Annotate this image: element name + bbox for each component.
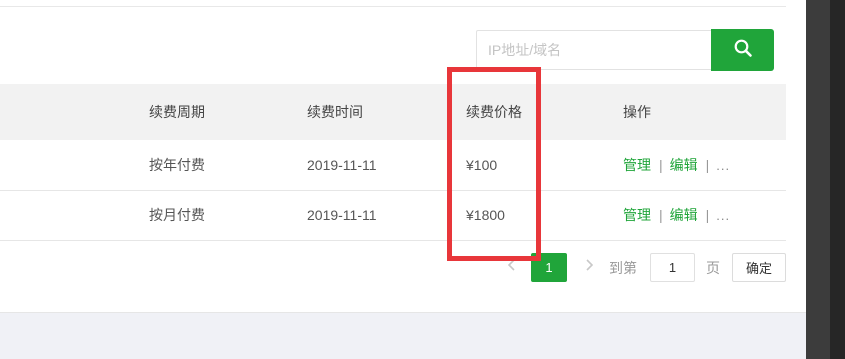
renewal-date: 2019-11-11 [307,207,377,223]
dark-side-panel [806,0,845,359]
column-header-period: 续费周期 [149,104,205,120]
page-label: 页 [706,259,720,276]
table-row: 按年付费 2019-11-11 ¥100 管理 | 编辑 | ... [0,140,786,191]
column-header-time: 续费时间 [307,104,363,120]
action-separator: | [659,207,663,223]
next-page-button[interactable] [577,253,601,282]
manage-link[interactable]: 管理 [623,205,651,225]
action-separator: | [705,207,710,223]
column-header-actions: 操作 [623,104,651,120]
search-input[interactable] [476,30,711,70]
column-header-price: 续费价格 [466,104,522,120]
row-actions: 管理 | 编辑 | ... [623,190,730,240]
content-card: 续费周期 续费时间 续费价格 操作 按年付费 2019-11-11 ¥100 管… [0,0,806,313]
prev-page-button[interactable] [500,253,524,282]
renewal-period: 按年付费 [149,157,205,173]
table-header: 续费周期 续费时间 续费价格 操作 [0,84,786,140]
goto-page-input[interactable] [650,253,695,282]
renewal-date: 2019-11-11 [307,157,377,173]
edit-link[interactable]: 编辑 [670,155,698,175]
renewal-price: ¥1800 [466,207,505,223]
search-button[interactable] [711,29,774,71]
more-actions-button[interactable]: ... [716,158,730,173]
table-row: 按月付费 2019-11-11 ¥1800 管理 | 编辑 | ... [0,190,786,241]
row-actions: 管理 | 编辑 | ... [623,140,730,190]
edit-link[interactable]: 编辑 [670,205,698,225]
current-page-button[interactable]: 1 [531,253,567,282]
dark-side-strip [830,0,845,359]
chevron-left-icon [507,258,517,277]
confirm-page-button[interactable]: 确定 [732,253,786,282]
manage-link[interactable]: 管理 [623,155,651,175]
search-icon [733,38,753,63]
more-actions-button[interactable]: ... [716,208,730,223]
top-divider [0,6,786,7]
goto-label: 到第 [609,259,637,276]
action-separator: | [705,157,710,173]
search-bar [476,29,774,72]
chevron-right-icon [584,258,594,277]
action-separator: | [659,157,663,173]
renewal-price: ¥100 [466,157,498,173]
renewal-period: 按月付费 [149,207,205,223]
